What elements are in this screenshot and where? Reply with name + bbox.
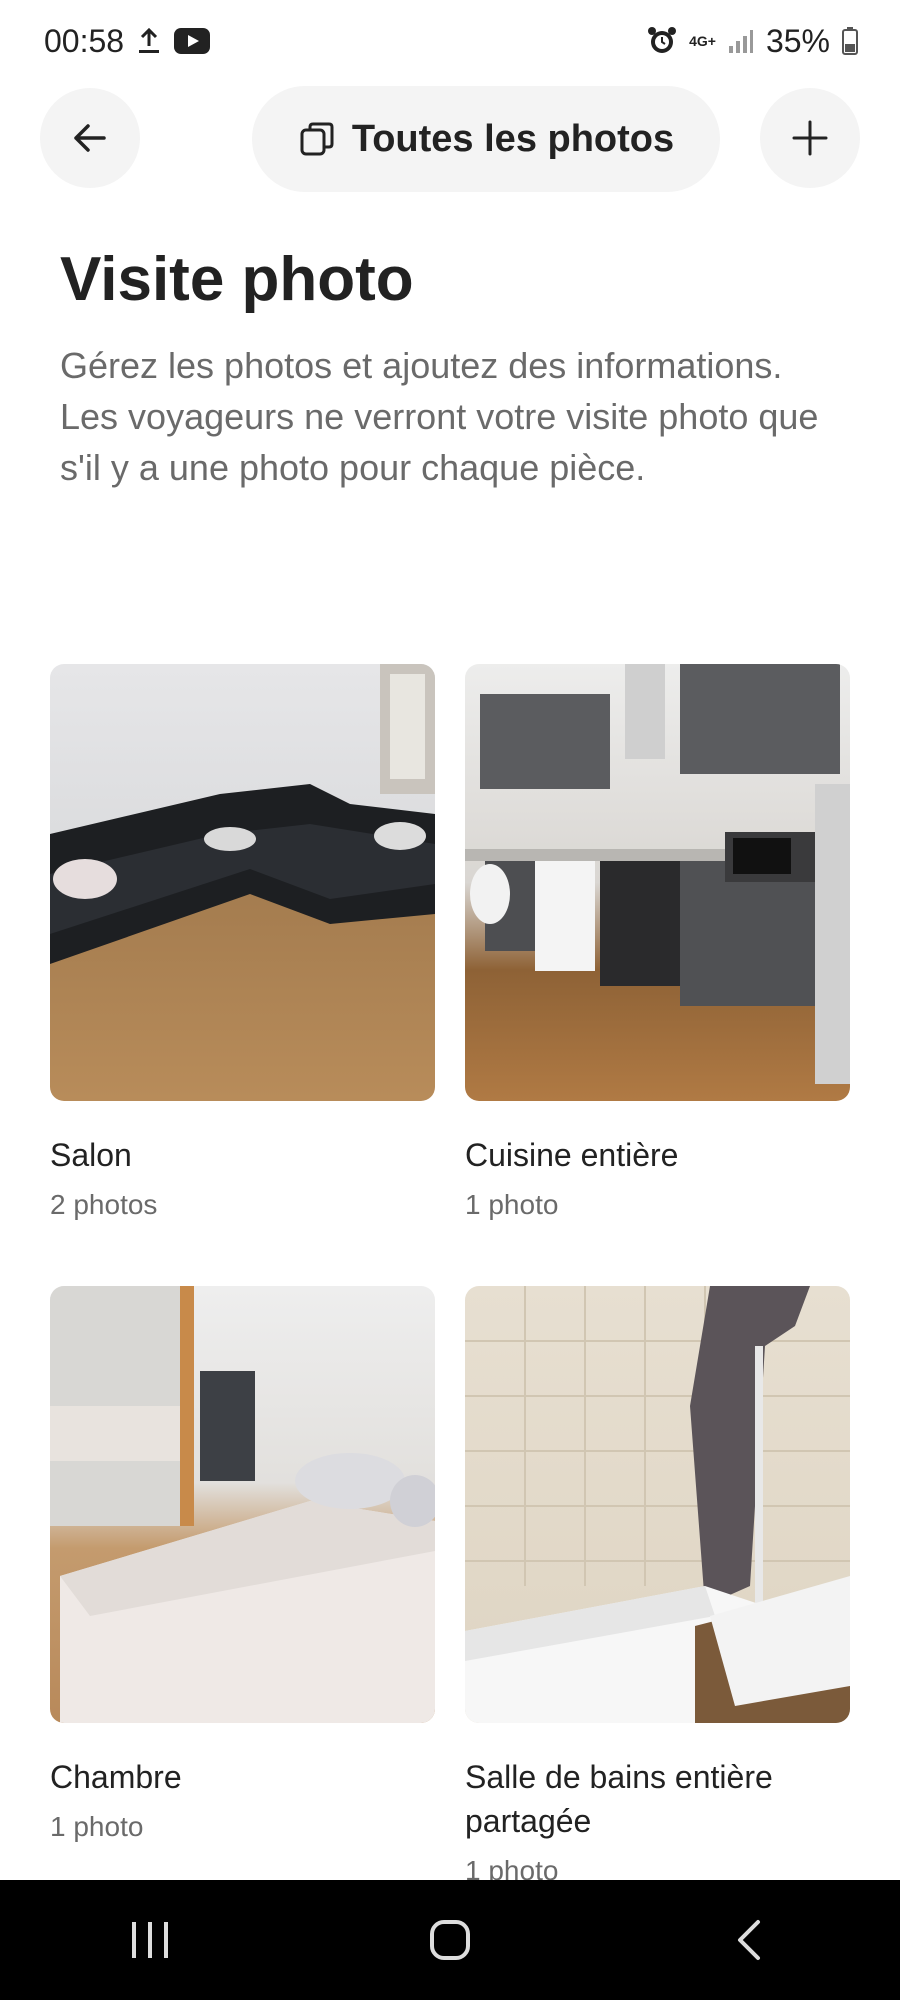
chevron-left-icon bbox=[738, 1920, 760, 1960]
system-back-button[interactable] bbox=[700, 1900, 800, 1980]
room-name: Chambre bbox=[50, 1759, 182, 1795]
status-right: 4G+ 35% bbox=[647, 23, 858, 60]
screen: 00:58 4G+ 35% Toutes les photos Visite p… bbox=[0, 0, 900, 2000]
page-description: Gérez les photos et ajoutez des informat… bbox=[60, 345, 819, 488]
upload-icon bbox=[136, 26, 162, 56]
add-button[interactable] bbox=[760, 88, 860, 188]
status-left: 00:58 bbox=[44, 22, 211, 60]
room-card-salon[interactable]: Salon 2 photos bbox=[50, 664, 435, 1223]
page-title: Visite photo bbox=[60, 245, 414, 314]
room-name: Cuisine entière bbox=[465, 1137, 679, 1173]
room-card-salle-de-bains[interactable]: Salle de bains entière partagée 1 photo bbox=[465, 1286, 850, 1889]
all-photos-button[interactable]: Toutes les photos bbox=[252, 86, 720, 192]
room-name: Salon bbox=[50, 1137, 132, 1173]
room-photo-salon[interactable] bbox=[50, 664, 435, 1101]
room-photo-salle-de-bains[interactable] bbox=[465, 1286, 850, 1723]
room-card-chambre[interactable]: Chambre 1 photo bbox=[50, 1286, 435, 1845]
system-nav-bar bbox=[0, 1880, 900, 2000]
status-time: 00:58 bbox=[44, 22, 125, 59]
room-photo-count: 1 photo bbox=[50, 1811, 144, 1842]
alarm-icon bbox=[647, 26, 677, 56]
network-label: 4G+ bbox=[689, 33, 716, 49]
arrow-left-icon bbox=[74, 124, 106, 152]
back-button[interactable] bbox=[40, 88, 140, 188]
battery-percent: 35% bbox=[765, 22, 830, 59]
battery-icon bbox=[842, 27, 858, 55]
all-photos-label: Toutes les photos bbox=[351, 117, 675, 160]
home-button[interactable] bbox=[400, 1900, 500, 1980]
home-icon bbox=[430, 1920, 470, 1960]
room-photo-cuisine[interactable] bbox=[465, 664, 850, 1101]
status-bar: 00:58 4G+ 35% bbox=[0, 0, 900, 82]
room-photo-count: 2 photos bbox=[50, 1189, 158, 1220]
photos-stack-icon bbox=[300, 122, 334, 156]
plus-icon bbox=[792, 120, 828, 156]
room-card-cuisine[interactable]: Cuisine entière 1 photo bbox=[465, 664, 850, 1223]
room-photo-chambre[interactable] bbox=[50, 1286, 435, 1723]
top-nav: Toutes les photos bbox=[0, 86, 900, 192]
signal-icon bbox=[728, 28, 754, 54]
recent-apps-button[interactable] bbox=[100, 1900, 200, 1980]
recent-apps-icon bbox=[132, 1922, 168, 1958]
room-photo-count: 1 photo bbox=[465, 1189, 559, 1220]
room-name: Salle de bains entière partagée bbox=[465, 1759, 773, 1839]
youtube-icon bbox=[174, 28, 211, 54]
